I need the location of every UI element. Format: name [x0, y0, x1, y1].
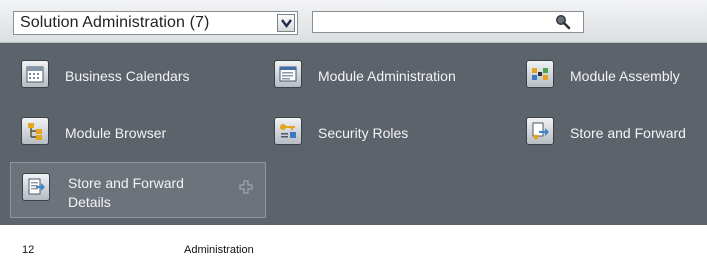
tile-label: Module Assembly — [570, 68, 680, 84]
tile-module-administration[interactable]: Module Administration — [268, 56, 508, 96]
module-select-value: Solution Administration (7) — [20, 14, 210, 31]
tile-module-browser[interactable]: Module Browser — [15, 113, 245, 153]
search-input[interactable] — [312, 11, 584, 33]
tile-store-and-forward[interactable]: Store and Forward — [520, 113, 707, 153]
store-forward-icon — [527, 118, 553, 144]
tile-label: Module Administration — [318, 68, 456, 84]
module-select[interactable]: Solution Administration (7) — [13, 11, 298, 35]
store-forward-details-icon — [23, 174, 49, 200]
tile-module-assembly[interactable]: Module Assembly — [520, 56, 707, 96]
tile-label: Store and Forward — [570, 125, 686, 141]
module-assembly-icon — [527, 61, 553, 87]
tile-label: Security Roles — [318, 125, 409, 141]
chevron-down-icon — [281, 19, 292, 28]
launcher-panel: Business Calendars Module Administration… — [0, 43, 707, 225]
page-number: 12 — [22, 244, 35, 256]
tile-security-roles[interactable]: Security Roles — [268, 113, 508, 153]
dropdown-button[interactable] — [277, 14, 295, 32]
search-icon[interactable] — [555, 14, 571, 30]
window-list-icon — [275, 61, 301, 87]
toolbar: Solution Administration (7) — [0, 0, 707, 43]
tile-store-and-forward-details[interactable]: Store and Forward Details — [10, 162, 266, 218]
add-favorite-icon[interactable] — [239, 180, 253, 194]
tile-label: Store and Forward Details — [68, 175, 184, 210]
tile-business-calendars[interactable]: Business Calendars — [15, 56, 245, 96]
tile-label: Business Calendars — [65, 68, 190, 84]
key-roles-icon — [275, 118, 301, 144]
calendar-icon — [22, 61, 48, 87]
tree-icon — [22, 118, 48, 144]
section-title: Administration — [184, 244, 254, 256]
tile-label: Module Browser — [65, 125, 167, 141]
